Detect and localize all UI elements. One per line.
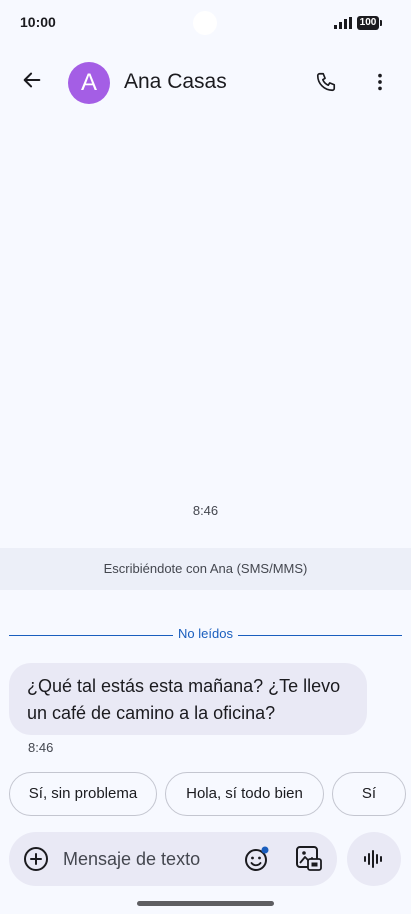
app-bar: A Ana Casas xyxy=(0,48,411,118)
home-indicator[interactable] xyxy=(137,901,274,906)
status-time: 10:00 xyxy=(20,14,56,30)
battery-icon: 100 xyxy=(357,16,382,30)
conversation-timestamp: 8:46 xyxy=(192,503,219,518)
status-bar: 10:00 100 xyxy=(0,0,411,48)
voice-icon xyxy=(364,850,382,868)
message-text-line: ¿Qué tal estás esta mañana? ¿Te llevo xyxy=(27,676,341,696)
message-text-line: un café de camino a la oficina? xyxy=(27,703,276,723)
call-button[interactable] xyxy=(306,62,346,102)
unread-label: No leídos xyxy=(178,626,233,641)
signal-icon xyxy=(334,17,352,29)
gallery-icon[interactable] xyxy=(295,845,323,873)
more-vert-icon xyxy=(378,73,382,91)
smart-reply-chip[interactable]: Hola, sí todo bien xyxy=(165,772,324,816)
sms-notice: Escribiéndote con Ana (SMS/MMS) xyxy=(0,548,411,590)
divider-line xyxy=(238,635,402,636)
unread-divider: No leídos xyxy=(9,626,402,644)
back-button[interactable] xyxy=(12,60,52,100)
camera-cutout xyxy=(193,11,217,35)
smart-reply-chip[interactable]: Sí xyxy=(332,772,406,816)
avatar[interactable]: A xyxy=(68,62,110,104)
phone-icon xyxy=(316,72,336,92)
emoji-icon[interactable] xyxy=(243,845,271,873)
voice-message-button[interactable] xyxy=(347,832,401,886)
incoming-message-bubble[interactable]: ¿Qué tal estás esta mañana? ¿Te llevo un… xyxy=(9,663,367,735)
compose-bar xyxy=(9,832,337,886)
smart-reply-chip[interactable]: Sí, sin problema xyxy=(9,772,157,816)
back-arrow-icon xyxy=(23,72,41,88)
message-timestamp: 8:46 xyxy=(28,740,54,755)
add-attachment-button[interactable] xyxy=(23,846,49,872)
smart-reply-chips: Sí, sin problema Hola, sí todo bien Sí xyxy=(0,772,411,818)
more-options-button[interactable] xyxy=(360,62,400,102)
message-input[interactable] xyxy=(63,847,233,871)
contact-name[interactable]: Ana Casas xyxy=(124,70,227,94)
conversation-area[interactable]: 8:46 Escribiéndote con Ana (SMS/MMS) No … xyxy=(0,118,411,828)
